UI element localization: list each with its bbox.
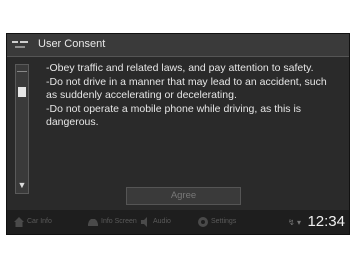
scrollbar[interactable]: ▼	[15, 64, 29, 194]
consent-line-1: -Obey traffic and related laws, and pay …	[46, 62, 314, 74]
consent-line-2: -Do not drive in a manner that may lead …	[46, 75, 327, 102]
signal-icon: ▾	[296, 218, 301, 227]
scroll-thumb[interactable]	[18, 87, 26, 97]
scroll-top-marker	[17, 71, 27, 72]
consent-line-3: -Do not operate a mobile phone while dri…	[46, 102, 302, 129]
bluetooth-icon: ↯	[288, 218, 295, 227]
settings-icon	[198, 217, 208, 227]
nav-item-settings[interactable]: Settings	[197, 216, 236, 229]
agree-button[interactable]: Agree	[126, 187, 241, 205]
clock: 12:34	[307, 213, 345, 230]
status-icons: ↯ ▾	[288, 218, 301, 227]
audio-icon	[141, 217, 147, 227]
nav-item-home[interactable]: Car Info	[13, 216, 52, 229]
title-bar: User Consent	[7, 34, 349, 57]
nav-item-audio[interactable]: Audio	[139, 216, 171, 229]
scroll-down-icon[interactable]: ▼	[17, 179, 27, 191]
bottom-nav: Car Info Info Screen Audio Settings ↯ ▾ …	[7, 210, 349, 234]
nav-item-car[interactable]: Info Screen	[87, 216, 137, 229]
consent-screen: User Consent ▼ -Obey traffic and related…	[6, 33, 350, 235]
consent-text: -Obey traffic and related laws, and pay …	[46, 62, 338, 130]
car-icon	[88, 219, 98, 226]
page-title: User Consent	[38, 38, 106, 50]
home-icon	[14, 217, 24, 227]
consent-icon	[12, 41, 28, 48]
